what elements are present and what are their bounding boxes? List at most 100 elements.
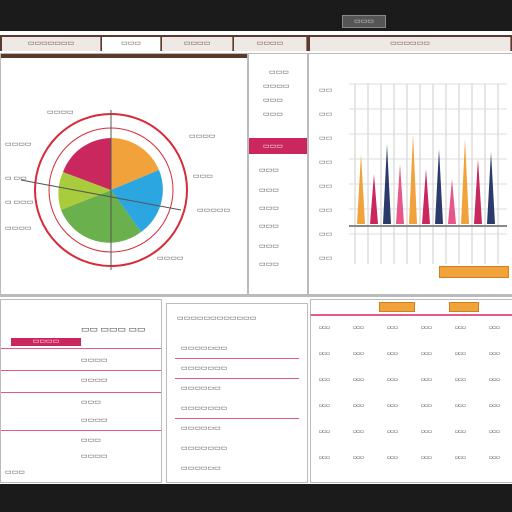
br-grid-cell[interactable]: ▭▭▭ [489,324,500,331]
spike-chart: ▭▭ ▭▭ ▭▭ ▭▭ ▭▭ ▭▭ ▭▭ ▭▭ [319,83,507,264]
bottom-left-title: ▭▭ ▭▭▭ ▭▭ [81,324,146,334]
bl-row-4[interactable]: ▭▭▭▭ [81,416,107,424]
pie-panel: ▭▭▭▭ ▭▭▭▭ ▭ ▭▭ ▭ ▭▭▭ ▭▭▭▭ ▭▭▭▭ ▭▭▭ ▭▭▭▭▭… [0,53,248,295]
middle-row-3[interactable]: ▭▭▭ [263,96,283,104]
dashboard-screen: ▭▭▭▭▭▭▭ ▭▭▭ ▭▭▭▭ ▭▭▭▭ ▭▭▭▭▭▭ ▭▭▭▭ ▭▭▭▭ ▭… [0,31,512,484]
bl-row-5[interactable]: ▭▭▭ [81,436,101,444]
middle-row-10[interactable]: ▭▭▭ [259,260,279,268]
br-grid-cell[interactable]: ▭▭▭ [455,402,466,409]
middle-row-9[interactable]: ▭▭▭ [259,242,279,250]
bottom-left-tag[interactable]: ▭▭▭▭ [11,338,81,346]
bm-row-6[interactable]: ▭▭▭▭▭▭▭ [181,444,227,452]
br-grid-cell[interactable]: ▭▭▭ [489,376,500,383]
middle-list-panel: ▭▭▭ ▭▭▭▭ ▭▭▭ ▭▭▭ ▭▭▭ ▭▭▭ ▭▭▭ ▭▭▭ ▭▭▭ ▭▭▭… [248,53,308,295]
bm-row-3[interactable]: ▭▭▭▭▭▭ [181,384,221,392]
br-grid-cell[interactable]: ▭▭▭ [387,350,398,357]
bl-row-2[interactable]: ▭▭▭▭ [81,376,107,384]
spike-orange-bar[interactable] [439,266,509,278]
tab-overview[interactable]: ▭▭▭▭▭▭▭ [2,37,101,51]
spike-mark [474,159,482,224]
br-grid-cell[interactable]: ▭▭▭ [319,402,330,409]
br-grid-cell[interactable]: ▭▭▭ [489,402,500,409]
br-grid-cell[interactable]: ▭▭▭ [319,428,330,435]
middle-row-4[interactable]: ▭▭▭ [263,110,283,118]
bm-divider-3 [175,418,299,419]
br-grid-cell[interactable]: ▭▭▭ [421,454,432,461]
br-grid-cell[interactable]: ▭▭▭ [421,376,432,383]
section-divider [0,295,512,297]
tab-summary[interactable]: ▭▭▭ [102,37,161,51]
br-grid-cell[interactable]: ▭▭▭ [489,428,500,435]
bl-row-3[interactable]: ▭▭▭ [81,398,101,406]
br-grid-cell[interactable]: ▭▭▭ [455,428,466,435]
tab-details[interactable]: ▭▭▭▭▭▭ [310,37,511,51]
bm-divider-2 [175,378,299,379]
middle-row-1[interactable]: ▭▭▭ [269,68,289,76]
pie-label-1: ▭▭▭▭ [47,109,74,116]
br-grid-cell[interactable]: ▭▭▭ [319,350,330,357]
bm-row-4[interactable]: ▭▭▭▭▭▭▭ [181,404,227,412]
br-grid-cell[interactable]: ▭▭▭ [421,428,432,435]
pie-label-3: ▭ ▭▭ [5,175,27,182]
bl-row-6[interactable]: ▭▭▭▭ [81,452,107,460]
br-grid-cell[interactable]: ▭▭▭ [489,350,500,357]
br-header-1[interactable] [379,302,415,312]
br-header-2[interactable] [449,302,479,312]
pie-right-label-2: ▭▭▭ [193,173,213,180]
spike-y-tick: ▭▭ [319,231,332,238]
pie-label-4: ▭ ▭▭▭ [5,199,34,206]
middle-row-6[interactable]: ▭▭▭ [259,186,279,194]
bottom-mid-panel: ▭▭▭▭▭▭ ▭▭▭▭▭▭ ▭▭▭▭▭▭▭ ▭▭▭▭▭▭▭ ▭▭▭▭▭▭ ▭▭▭▭… [166,303,308,483]
spike-mark [461,139,469,224]
spike-mark [448,179,456,224]
middle-row-5[interactable]: ▭▭▭ [259,166,279,174]
tab-analytics[interactable]: ▭▭▭▭ [234,37,307,51]
br-grid-cell[interactable]: ▭▭▭ [353,324,364,331]
bl-divider-1 [1,348,161,349]
middle-row-2[interactable]: ▭▭▭▭ [263,82,289,90]
br-grid-cell[interactable]: ▭▭▭ [319,376,330,383]
br-grid-cell[interactable]: ▭▭▭ [387,324,398,331]
spike-chart-panel: ▭▭ ▭▭ ▭▭ ▭▭ ▭▭ ▭▭ ▭▭ ▭▭ [308,53,512,295]
br-grid-cell[interactable]: ▭▭▭ [387,376,398,383]
br-grid-cell[interactable]: ▭▭▭ [455,376,466,383]
pie-label-2: ▭▭▭▭ [5,141,32,148]
br-grid-cell[interactable]: ▭▭▭ [489,454,500,461]
br-grid-cell[interactable]: ▭▭▭ [387,428,398,435]
br-grid-cell[interactable]: ▭▭▭ [455,324,466,331]
br-grid-cell[interactable]: ▭▭▭ [421,350,432,357]
br-grid-cell[interactable]: ▭▭▭ [455,454,466,461]
bm-row-7[interactable]: ▭▭▭▭▭▭ [181,464,221,472]
bl-row-7[interactable]: ▭▭▭ [5,468,25,476]
br-grid-cell[interactable]: ▭▭▭ [353,402,364,409]
middle-row-8[interactable]: ▭▭▭ [259,222,279,230]
spike-y-tick: ▭▭ [319,255,332,262]
bm-row-1[interactable]: ▭▭▭▭▭▭▭ [181,344,227,352]
br-grid-cell[interactable]: ▭▭▭ [353,428,364,435]
middle-row-highlight[interactable]: ▭▭▭ [249,138,307,154]
br-grid-cell[interactable]: ▭▭▭ [387,402,398,409]
bm-row-5[interactable]: ▭▭▭▭▭▭ [181,424,221,432]
br-grid-cell[interactable]: ▭▭▭ [353,454,364,461]
bm-row-2[interactable]: ▭▭▭▭▭▭▭ [181,364,227,372]
spike-mark [396,164,404,224]
br-grid-cell[interactable]: ▭▭▭ [319,454,330,461]
middle-row-7[interactable]: ▭▭▭ [259,204,279,212]
br-grid-cell[interactable]: ▭▭▭ [421,402,432,409]
br-grid-cell[interactable]: ▭▭▭ [421,324,432,331]
bl-divider-2 [1,370,161,371]
bl-divider-4 [1,430,161,431]
bottom-right-panel: ▭▭▭ ▭▭▭ ▭▭▭ ▭▭▭ ▭▭▭ ▭▭▭ ▭▭▭ ▭▭▭ ▭▭▭ ▭▭▭ ▭▭▭ ▭▭▭ ▭▭▭ ▭… [310,299,512,483]
br-grid-cell[interactable]: ▭▭▭ [387,454,398,461]
spike-y-tick: ▭▭ [319,111,332,118]
bl-row-1[interactable]: ▭▭▭▭ [81,356,107,364]
br-grid-cell[interactable]: ▭▭▭ [455,350,466,357]
br-grid-cell[interactable]: ▭▭▭ [319,324,330,331]
tab-reports[interactable]: ▭▭▭▭ [162,37,233,51]
br-grid-cell[interactable]: ▭▭▭ [353,350,364,357]
spike-y-tick: ▭▭ [319,183,332,190]
spike-mark [435,149,443,224]
spike-y-tick: ▭▭ [319,87,332,94]
br-grid-cell[interactable]: ▭▭▭ [353,376,364,383]
spike-y-tick: ▭▭ [319,159,332,166]
